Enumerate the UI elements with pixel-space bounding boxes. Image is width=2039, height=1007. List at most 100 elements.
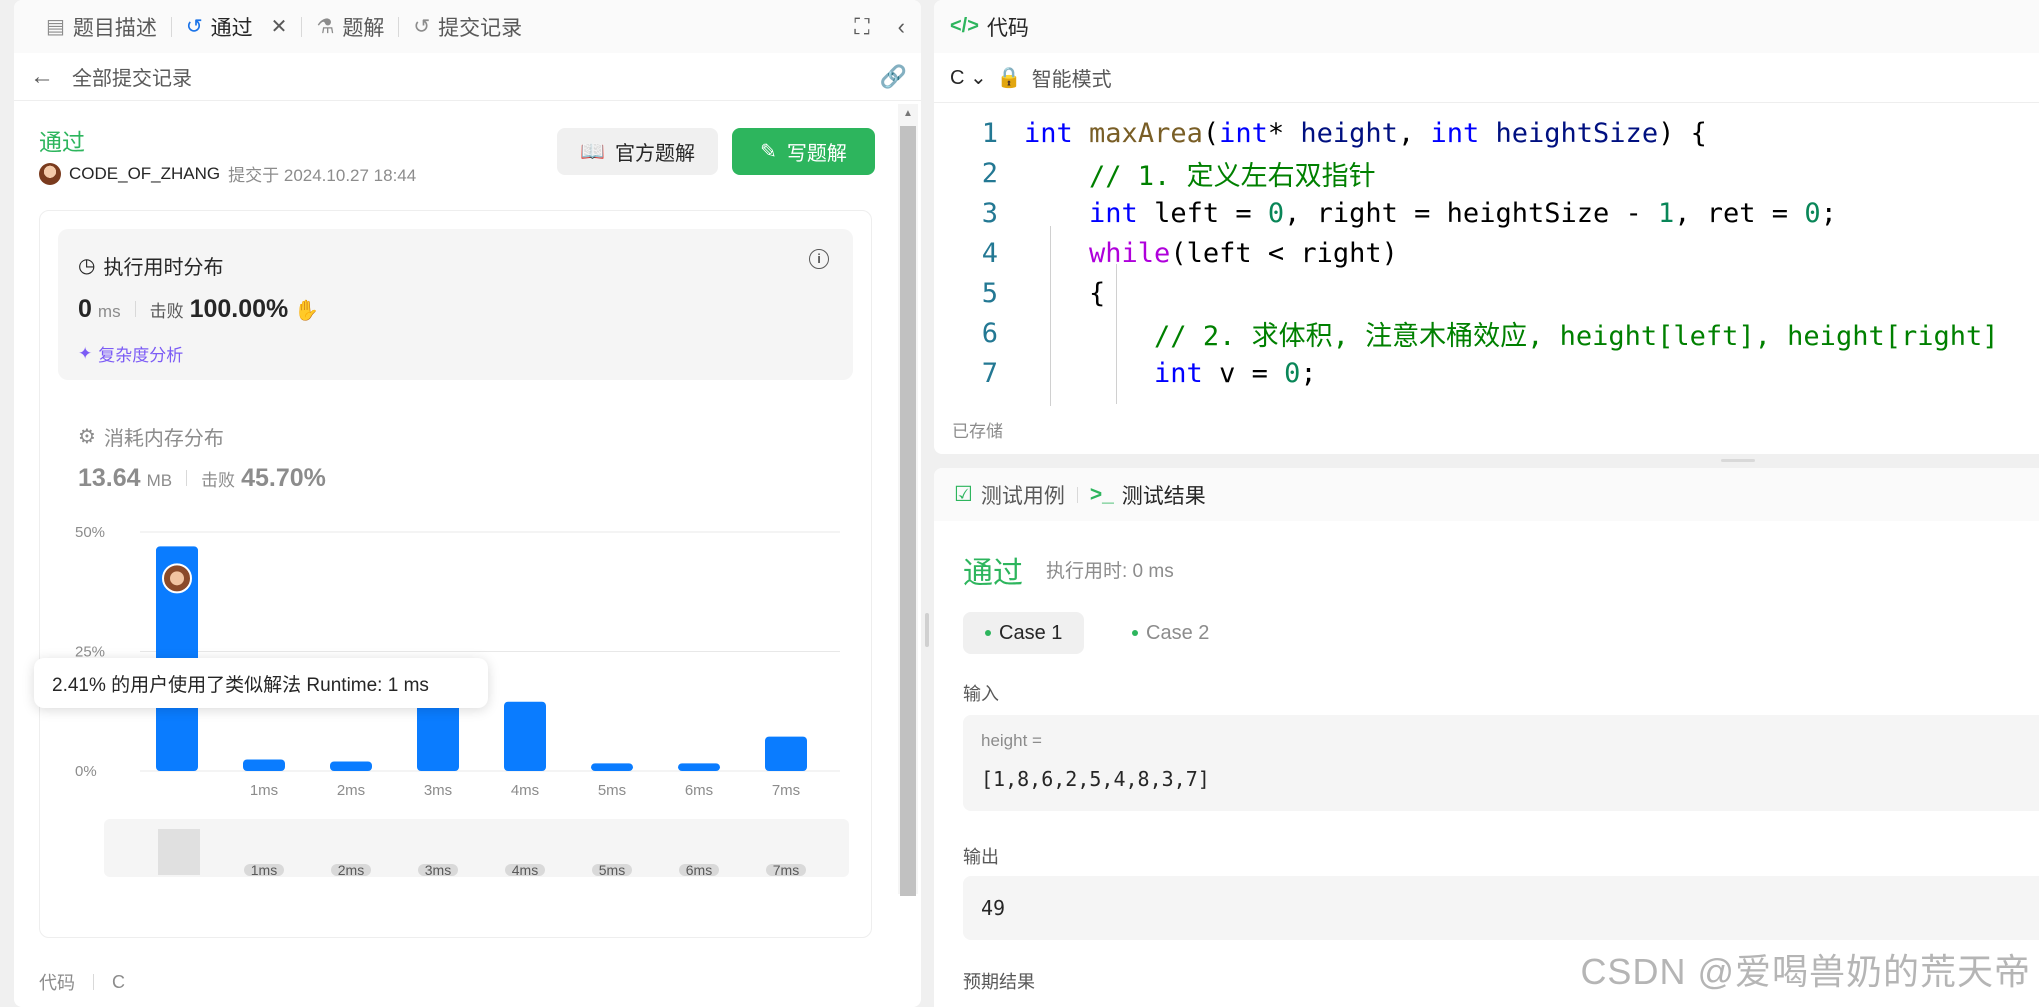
- language-value: C: [950, 67, 965, 89]
- case-1-tab[interactable]: Case 1: [963, 612, 1085, 654]
- chevron-left-icon[interactable]: ‹: [898, 14, 905, 40]
- code-editor-panel: </> 代码 C ⌄ 🔒 智能模式 1 int maxArea(int* heig…: [934, 0, 2039, 454]
- result-runtime: 执行用时: 0 ms: [1046, 561, 1174, 582]
- code-language: C: [112, 971, 125, 992]
- language-select[interactable]: C ⌄: [950, 65, 987, 90]
- submission-meta: CODE_OF_ZHANG 提交于 2024.10.27 18:44: [39, 161, 416, 186]
- tabbar-actions: ⛶ ‹: [854, 0, 905, 53]
- submission-panel: ▤ 题目描述 ↺ 通过 ✕ ⚗ 题解 ↺ 提交记录 ⛶ ‹ ← 全部提交记录 🔗…: [14, 0, 921, 1007]
- tab-description[interactable]: ▤ 题目描述: [36, 0, 167, 53]
- x-tick-label: 1ms: [250, 782, 278, 799]
- editor-title: 代码: [986, 16, 1029, 40]
- separator: [134, 301, 136, 317]
- tab-label: 测试用例: [980, 484, 1065, 508]
- clock-icon: ◷: [78, 255, 96, 277]
- minimap-tick-label: 7ms: [773, 862, 799, 878]
- clap-icon: ✋: [294, 300, 320, 322]
- close-icon[interactable]: ✕: [271, 14, 288, 39]
- tab-label: 提交记录: [438, 16, 523, 40]
- watermark: CSDN @爱喝兽奶的荒天帝: [1580, 951, 2031, 992]
- input-key: height =: [981, 731, 1042, 750]
- separator: [93, 974, 94, 990]
- x-tick-label: 3ms: [424, 782, 452, 799]
- range-selection[interactable]: [158, 829, 200, 875]
- minimap-tick-label: 4ms: [512, 862, 538, 878]
- memory-title[interactable]: ⚙ 消耗内存分布: [78, 422, 224, 451]
- scroll-up-icon[interactable]: ▲: [903, 108, 913, 119]
- complexity-label: 复杂度分析: [98, 346, 184, 365]
- case-2-tab[interactable]: Case 2: [1110, 612, 1231, 654]
- code-line: 1 int maxArea(int* height, int heightSize…: [981, 117, 1707, 149]
- fullscreen-icon[interactable]: ⛶: [854, 14, 869, 40]
- beat-label: 击败: [149, 302, 184, 321]
- runtime-unit: ms: [97, 302, 121, 321]
- tab-testcases[interactable]: ☑ 测试用例: [954, 480, 1065, 510]
- bar-6ms[interactable]: [678, 763, 720, 771]
- avatar[interactable]: [39, 162, 61, 185]
- range-minimap[interactable]: [104, 819, 849, 877]
- scrollbar[interactable]: ▲: [898, 104, 918, 896]
- runtime-summary[interactable]: ◷ 执行用时分布 i 0 ms 击败 100.00% ✋ ✦ 复杂度分析: [58, 229, 853, 380]
- input-value: [1,8,6,2,5,4,8,3,7]: [981, 767, 1210, 791]
- code-line: 2 // 1. 定义左右双指针: [981, 157, 1376, 192]
- code-editor[interactable]: 1 int maxArea(int* height, int heightSize…: [934, 104, 2039, 406]
- editor-toolbar: C ⌄ 🔒 智能模式: [934, 53, 2039, 103]
- submit-time: 提交于 2024.10.27 18:44: [228, 166, 417, 185]
- code-line: 6 // 2. 求体积, 注意木桶效应, height[left], heigh…: [981, 317, 1999, 352]
- input-box[interactable]: height = [1,8,6,2,5,4,8,3,7]: [963, 715, 2039, 811]
- chip-icon: ⚙: [78, 426, 96, 448]
- tab-label: 通过: [210, 16, 253, 40]
- code-section-header: 代码 C: [39, 969, 125, 995]
- link-icon[interactable]: 🔗: [880, 64, 907, 90]
- x-tick-label: 6ms: [685, 782, 713, 799]
- history-icon: ↺: [185, 16, 203, 38]
- output-value: 49: [981, 896, 1006, 920]
- flask-icon: ⚗: [316, 16, 335, 38]
- scrollbar-thumb[interactable]: [900, 126, 916, 896]
- tab-submissions[interactable]: ↺ 提交记录: [403, 0, 532, 53]
- horizontal-resize-handle[interactable]: [1721, 459, 1755, 462]
- bar-4ms[interactable]: [504, 701, 546, 771]
- code-line: 4 while(left < right): [981, 237, 1398, 269]
- tab-passed[interactable]: ↺ 通过 ✕: [176, 0, 298, 53]
- minimap-tick-label: 2ms: [338, 862, 364, 878]
- test-tabbar: ☑ 测试用例 >_ 测试结果: [934, 468, 2039, 521]
- code-label: 代码: [39, 973, 75, 993]
- bar-5ms[interactable]: [591, 763, 633, 771]
- performance-card: ◷ 执行用时分布 i 0 ms 击败 100.00% ✋ ✦ 复杂度分析 ⚙ 消…: [39, 210, 872, 938]
- minimap-tick-label: 5ms: [599, 862, 625, 878]
- tab-label: 题目描述: [72, 16, 157, 40]
- case-label: Case 1: [999, 621, 1063, 644]
- tab-separator: [301, 16, 303, 37]
- tab-testresult[interactable]: >_ 测试结果: [1090, 480, 1206, 510]
- vertical-resize-handle[interactable]: [925, 613, 929, 647]
- sparkle-icon: ✦: [78, 343, 93, 363]
- write-solution-button[interactable]: ✎ 写题解: [732, 128, 875, 175]
- x-tick-label: 2ms: [337, 782, 365, 799]
- saved-status: 已存储: [952, 422, 1003, 441]
- bar-7ms[interactable]: [765, 736, 807, 771]
- y-tick-label: 50%: [75, 524, 105, 541]
- code-icon: </>: [950, 15, 979, 37]
- code-line: 7 int v = 0;: [981, 357, 1317, 389]
- pass-dot: [1132, 630, 1138, 636]
- complexity-analysis-link[interactable]: ✦ 复杂度分析: [78, 341, 183, 366]
- tab-label: 题解: [342, 16, 385, 40]
- avatar-face: [170, 571, 184, 586]
- bar-2ms[interactable]: [330, 761, 372, 771]
- runtime-title: ◷ 执行用时分布: [78, 251, 223, 280]
- official-solution-button[interactable]: 📖 官方题解: [557, 128, 718, 175]
- chevron-down-icon: ⌄: [970, 67, 987, 89]
- arrow-left-icon[interactable]: ←: [30, 63, 54, 91]
- input-label: 输入: [963, 684, 999, 704]
- x-tick-label: 4ms: [511, 782, 539, 799]
- mode-label[interactable]: 智能模式: [1032, 63, 1112, 92]
- submission-status: 通过: [39, 129, 85, 155]
- output-box[interactable]: 49: [963, 876, 2039, 940]
- username[interactable]: CODE_OF_ZHANG: [69, 164, 220, 184]
- all-submissions-link[interactable]: 全部提交记录: [72, 62, 192, 91]
- output-label: 输出: [963, 847, 999, 867]
- info-icon[interactable]: i: [809, 249, 829, 269]
- bar-1ms[interactable]: [243, 759, 285, 771]
- tab-solutions[interactable]: ⚗ 题解: [306, 0, 394, 53]
